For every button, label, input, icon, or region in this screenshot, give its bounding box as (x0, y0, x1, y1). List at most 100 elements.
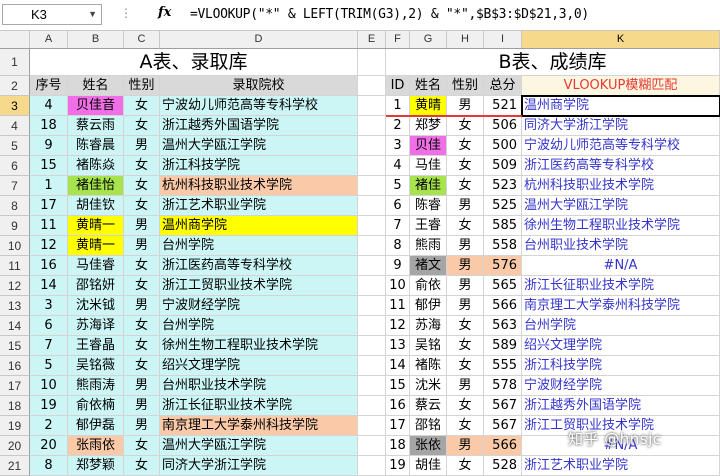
table-b-header-g[interactable]: 姓名 (410, 76, 447, 96)
table-a-name[interactable]: 褚陈焱 (68, 156, 124, 176)
table-a-gender[interactable]: 男 (124, 376, 160, 396)
table-b-gender[interactable]: 男 (447, 296, 484, 316)
table-b-id[interactable]: 13 (386, 336, 410, 356)
table-b-name[interactable]: 郁伊 (410, 296, 447, 316)
table-b-id[interactable]: 12 (386, 316, 410, 336)
table-b-name[interactable]: 马佳 (410, 156, 447, 176)
cell[interactable] (358, 276, 386, 296)
table-b-name[interactable]: 褚陈 (410, 356, 447, 376)
table-a-title[interactable]: A表、录取库 (30, 49, 358, 76)
name-box[interactable]: K3 ▼ (2, 4, 102, 25)
table-a-header-a[interactable]: 序号 (30, 76, 68, 96)
select-all-corner[interactable] (0, 31, 30, 48)
row-header[interactable]: 1 (0, 49, 30, 76)
table-a-gender[interactable]: 女 (124, 256, 160, 276)
table-a-seq[interactable]: 9 (30, 136, 68, 156)
row-header[interactable]: 6 (0, 156, 30, 176)
column-header-h[interactable]: H (447, 31, 484, 48)
cell[interactable] (358, 396, 386, 416)
table-b-name[interactable]: 俞依 (410, 276, 447, 296)
column-header-f[interactable]: F (386, 31, 410, 48)
table-b-id[interactable]: 1 (386, 96, 410, 116)
table-a-name[interactable]: 熊雨涛 (68, 376, 124, 396)
table-a-header-c[interactable]: 性别 (124, 76, 160, 96)
cell[interactable] (358, 456, 386, 476)
row-header[interactable]: 4 (0, 116, 30, 136)
table-a-name[interactable]: 王睿晶 (68, 336, 124, 356)
table-b-score[interactable]: 521 (484, 96, 522, 116)
table-a-name[interactable]: 沈米钺 (68, 296, 124, 316)
table-a-name[interactable]: 苏海译 (68, 316, 124, 336)
table-b-id[interactable]: 16 (386, 396, 410, 416)
table-a-seq[interactable]: 16 (30, 256, 68, 276)
table-b-name[interactable]: 熊雨 (410, 236, 447, 256)
cell[interactable] (358, 336, 386, 356)
table-a-name[interactable]: 俞依楠 (68, 396, 124, 416)
table-a-school[interactable]: 浙江工贸职业技术学院 (160, 276, 358, 296)
table-a-seq[interactable]: 18 (30, 116, 68, 136)
table-a-seq[interactable]: 20 (30, 436, 68, 456)
cell[interactable] (358, 136, 386, 156)
table-a-school[interactable]: 同济大学浙江学院 (160, 456, 358, 476)
table-b-gender[interactable]: 女 (447, 416, 484, 436)
cell[interactable] (358, 176, 386, 196)
table-a-seq[interactable]: 11 (30, 216, 68, 236)
table-b-id[interactable]: 18 (386, 436, 410, 456)
table-b-match-result[interactable]: 宁波幼儿师范高等专科学校 (522, 136, 720, 156)
cell[interactable] (358, 96, 386, 116)
column-header-e[interactable]: E (358, 31, 386, 48)
row-header[interactable]: 7 (0, 176, 30, 196)
table-a-gender[interactable]: 男 (124, 416, 160, 436)
table-a-school[interactable]: 徐州生物工程职业技术学院 (160, 336, 358, 356)
table-a-name[interactable]: 黄晴一 (68, 216, 124, 236)
table-a-header-b[interactable]: 姓名 (68, 76, 124, 96)
table-b-name[interactable]: 贝佳 (410, 136, 447, 156)
table-b-gender[interactable]: 男 (447, 96, 484, 116)
table-b-score[interactable]: 500 (484, 136, 522, 156)
table-b-gender[interactable]: 女 (447, 176, 484, 196)
table-a-seq[interactable]: 19 (30, 396, 68, 416)
table-a-school[interactable]: 台州学院 (160, 316, 358, 336)
table-b-match-result[interactable]: 浙江长征职业技术学院 (522, 276, 720, 296)
table-b-header-f[interactable]: ID (386, 76, 410, 96)
table-b-gender[interactable]: 女 (447, 356, 484, 376)
cell[interactable] (358, 416, 386, 436)
table-a-name[interactable]: 贝佳音 (68, 96, 124, 116)
table-b-header-i[interactable]: 总分 (484, 76, 522, 96)
table-b-id[interactable]: 3 (386, 136, 410, 156)
table-b-name[interactable]: 褚佳 (410, 176, 447, 196)
table-a-name[interactable]: 马佳睿 (68, 256, 124, 276)
cell[interactable] (358, 356, 386, 376)
table-b-score[interactable]: 578 (484, 376, 522, 396)
table-a-seq[interactable]: 2 (30, 416, 68, 436)
table-a-gender[interactable]: 男 (124, 216, 160, 236)
cell[interactable] (358, 256, 386, 276)
table-a-school[interactable]: 浙江长征职业技术学院 (160, 396, 358, 416)
column-header-k[interactable]: K (522, 31, 720, 48)
table-a-gender[interactable]: 女 (124, 456, 160, 476)
table-a-gender[interactable]: 女 (124, 116, 160, 136)
row-header[interactable]: 9 (0, 216, 30, 236)
table-b-gender[interactable]: 女 (447, 156, 484, 176)
table-a-gender[interactable]: 女 (124, 356, 160, 376)
table-a-school[interactable]: 温州商学院 (160, 216, 358, 236)
table-b-score[interactable]: 567 (484, 416, 522, 436)
table-b-score[interactable]: 506 (484, 116, 522, 136)
row-header[interactable]: 15 (0, 336, 30, 356)
cell[interactable] (358, 216, 386, 236)
table-b-gender[interactable]: 男 (447, 276, 484, 296)
table-b-score[interactable]: 528 (484, 456, 522, 476)
table-b-name[interactable]: 胡佳 (410, 456, 447, 476)
table-b-score[interactable]: 563 (484, 316, 522, 336)
table-b-name[interactable]: 邵铭 (410, 416, 447, 436)
table-b-id[interactable]: 8 (386, 236, 410, 256)
table-b-id[interactable]: 6 (386, 196, 410, 216)
column-header-a[interactable]: A (30, 31, 68, 48)
table-b-match-result[interactable]: #N/A (522, 256, 720, 276)
table-b-name[interactable]: 张依 (410, 436, 447, 456)
table-a-school[interactable]: 温州大学瓯江学院 (160, 136, 358, 156)
table-b-match-result[interactable]: 绍兴文理学院 (522, 336, 720, 356)
table-b-gender[interactable]: 男 (447, 236, 484, 256)
table-b-match-result[interactable]: 台州职业技术学院 (522, 236, 720, 256)
table-b-gender[interactable]: 男 (447, 256, 484, 276)
